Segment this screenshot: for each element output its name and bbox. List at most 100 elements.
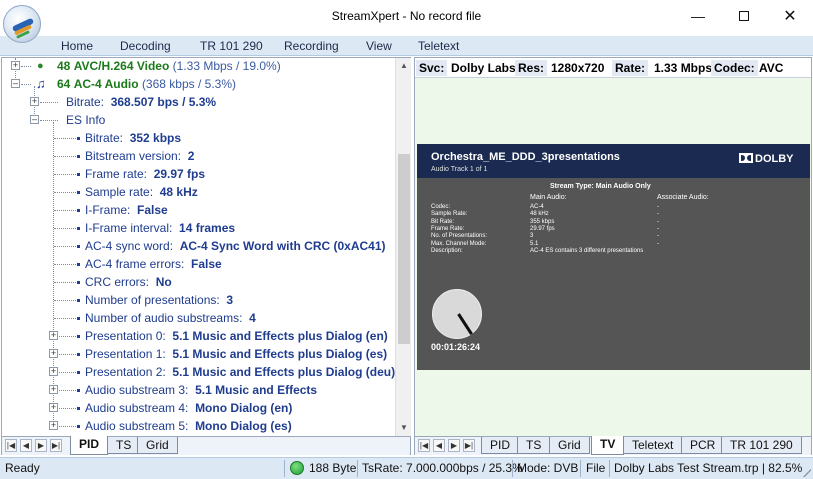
es-info-item[interactable]: Bitstream version: 2 [2, 147, 395, 165]
bullet-icon [77, 173, 80, 176]
tree-row-video[interactable]: + ● 48 AVC/H.264 Video (1.33 Mbps / 19.0… [2, 58, 395, 75]
menu-home[interactable]: Home [61, 39, 93, 53]
next-tab-icon[interactable]: ▶ [35, 439, 47, 452]
menu-bar: Home Decoding TR 101 290 Recording View … [0, 36, 813, 56]
tv-main-audio-header: Main Audio: [530, 194, 567, 201]
video-pid-label: 48 AVC/H.264 Video (1.33 Mbps / 19.0%) [57, 59, 281, 73]
tv-row-main: 29.97 fps [530, 225, 555, 232]
tree-row-audio[interactable]: – ♫ 64 AC-4 Audio (368 kbps / 5.3%) [2, 75, 395, 93]
tab-grid[interactable]: Grid [137, 437, 178, 454]
es-info-item[interactable]: Number of audio substreams: 4 [2, 309, 395, 327]
app-logo-icon[interactable] [3, 5, 41, 43]
tab-pid[interactable]: PID [70, 436, 109, 455]
expand-icon[interactable]: + [49, 349, 58, 358]
expand-icon[interactable]: + [49, 385, 58, 394]
tree-row-bitrate[interactable]: + Bitrate: 368.507 bps / 5.3% [2, 93, 395, 111]
collapse-icon[interactable]: – [30, 115, 39, 124]
es-info-item[interactable]: AC-4 frame errors: False [2, 255, 395, 273]
bullet-icon [77, 371, 80, 374]
tv-row-assoc: - [657, 211, 659, 218]
menu-teletext[interactable]: Teletext [418, 39, 459, 53]
presentation-item[interactable]: + Audio substream 4: Mono Dialog (en) [2, 399, 395, 417]
es-info-item[interactable]: Number of presentations: 3 [2, 291, 395, 309]
es-info-text: I-Frame interval: 14 frames [85, 221, 236, 235]
es-info-text: Number of audio substreams: 4 [85, 311, 256, 325]
expand-icon[interactable]: + [30, 97, 39, 106]
minimize-button[interactable]: — [675, 0, 721, 31]
presentation-text: Presentation 2: 5.1 Music and Effects pl… [85, 365, 395, 379]
music-note-icon: ♫ [36, 76, 46, 91]
presentation-item[interactable]: + Audio substream 3: 5.1 Music and Effect… [2, 381, 395, 399]
first-tab-icon[interactable]: |◀ [5, 439, 17, 452]
maximize-button[interactable] [721, 0, 767, 31]
expand-icon[interactable]: + [49, 331, 58, 340]
es-info-text: Bitrate: 352 kbps [85, 131, 182, 145]
bitrate-label: Bitrate: 368.507 bps / 5.3% [66, 95, 217, 109]
bullet-icon [77, 389, 80, 392]
scroll-down-icon[interactable]: ▼ [396, 420, 412, 436]
presentation-item[interactable]: + Presentation 2: 5.1 Music and Effects p… [2, 363, 395, 381]
status-led-icon [290, 461, 304, 475]
resize-grip-icon[interactable] [801, 467, 811, 477]
collapse-icon[interactable]: – [11, 79, 20, 88]
tab-tv[interactable]: TV [591, 436, 625, 455]
bullet-icon [77, 353, 80, 356]
tv-video-frame[interactable]: Orchestra_ME_DDD_3presentations Audio Tr… [417, 144, 810, 370]
presentation-item[interactable]: + Presentation 0: 5.1 Music and Effects p… [2, 327, 395, 345]
expand-icon[interactable]: + [49, 421, 58, 430]
tree-row-es-info[interactable]: – ES Info [2, 111, 395, 129]
menu-decoding[interactable]: Decoding [120, 39, 171, 53]
tab-pid[interactable]: PID [481, 437, 520, 454]
tree-scrollbar[interactable]: ▲ ▼ [395, 58, 411, 436]
status-bar: Ready 188 Byte TsRate: 7.000.000bps / 25… [0, 457, 813, 479]
last-tab-icon[interactable]: ▶| [463, 439, 475, 452]
res-value: 1280x720 [551, 61, 605, 75]
es-info-item[interactable]: AC-4 sync word: AC-4 Sync Word with CRC … [2, 237, 395, 255]
es-info-item[interactable]: Bitrate: 352 kbps [2, 129, 395, 147]
presentation-text: Audio substream 4: Mono Dialog (en) [85, 401, 293, 415]
expand-icon[interactable]: + [49, 403, 58, 412]
es-info-item[interactable]: I-Frame: False [2, 201, 395, 219]
presentation-text: Presentation 1: 5.1 Music and Effects pl… [85, 347, 388, 361]
scroll-thumb[interactable] [398, 154, 410, 344]
es-info-text: Frame rate: 29.97 fps [85, 167, 206, 181]
bullet-icon [77, 209, 80, 212]
tv-row-assoc: - [657, 218, 659, 225]
expand-icon[interactable]: + [11, 61, 20, 70]
tv-row-assoc: - [657, 225, 659, 232]
scroll-up-icon[interactable]: ▲ [396, 58, 412, 74]
menu-recording[interactable]: Recording [284, 39, 339, 53]
presentation-item[interactable]: + Presentation 1: 5.1 Music and Effects p… [2, 345, 395, 363]
tab-teletext[interactable]: Teletext [623, 437, 683, 454]
bullet-icon [77, 245, 80, 248]
first-tab-icon[interactable]: |◀ [418, 439, 430, 452]
presentation-item[interactable]: + Audio substream 5: Mono Dialog (es) [2, 417, 395, 435]
tab-grid[interactable]: Grid [549, 437, 590, 454]
es-info-item[interactable]: CRC errors: No [2, 273, 395, 291]
bullet-icon [77, 227, 80, 230]
tv-assoc-audio-header: Associate Audio: [657, 194, 709, 201]
svc-label: Svc: [416, 60, 448, 76]
next-tab-icon[interactable]: ▶ [448, 439, 460, 452]
prev-tab-icon[interactable]: ◀ [433, 439, 445, 452]
es-info-text: Number of presentations: 3 [85, 293, 234, 307]
last-tab-icon[interactable]: ▶| [50, 439, 62, 452]
tv-row-assoc: - [657, 233, 659, 240]
status-ts-rate: TsRate: 7.000.000bps / 25.3% [362, 461, 523, 475]
close-button[interactable]: ✕ [767, 0, 813, 31]
es-info-item[interactable]: Sample rate: 48 kHz [2, 183, 395, 201]
bullet-icon [77, 281, 80, 284]
es-info-item[interactable]: I-Frame interval: 14 frames [2, 219, 395, 237]
playback-dial-icon [432, 289, 482, 339]
es-info-item[interactable]: Frame rate: 29.97 fps [2, 165, 395, 183]
tab-ts[interactable]: TS [107, 437, 141, 454]
expand-icon[interactable]: + [49, 367, 58, 376]
tab-tr101290[interactable]: TR 101 290 [721, 437, 802, 454]
prev-tab-icon[interactable]: ◀ [20, 439, 32, 452]
menu-tr101290[interactable]: TR 101 290 [200, 39, 263, 53]
tab-pcr[interactable]: PCR [681, 437, 725, 454]
menu-view[interactable]: View [366, 39, 392, 53]
tab-ts[interactable]: TS [517, 437, 551, 454]
maximize-icon [739, 10, 749, 21]
dolby-logo: DOLBY [739, 153, 794, 165]
